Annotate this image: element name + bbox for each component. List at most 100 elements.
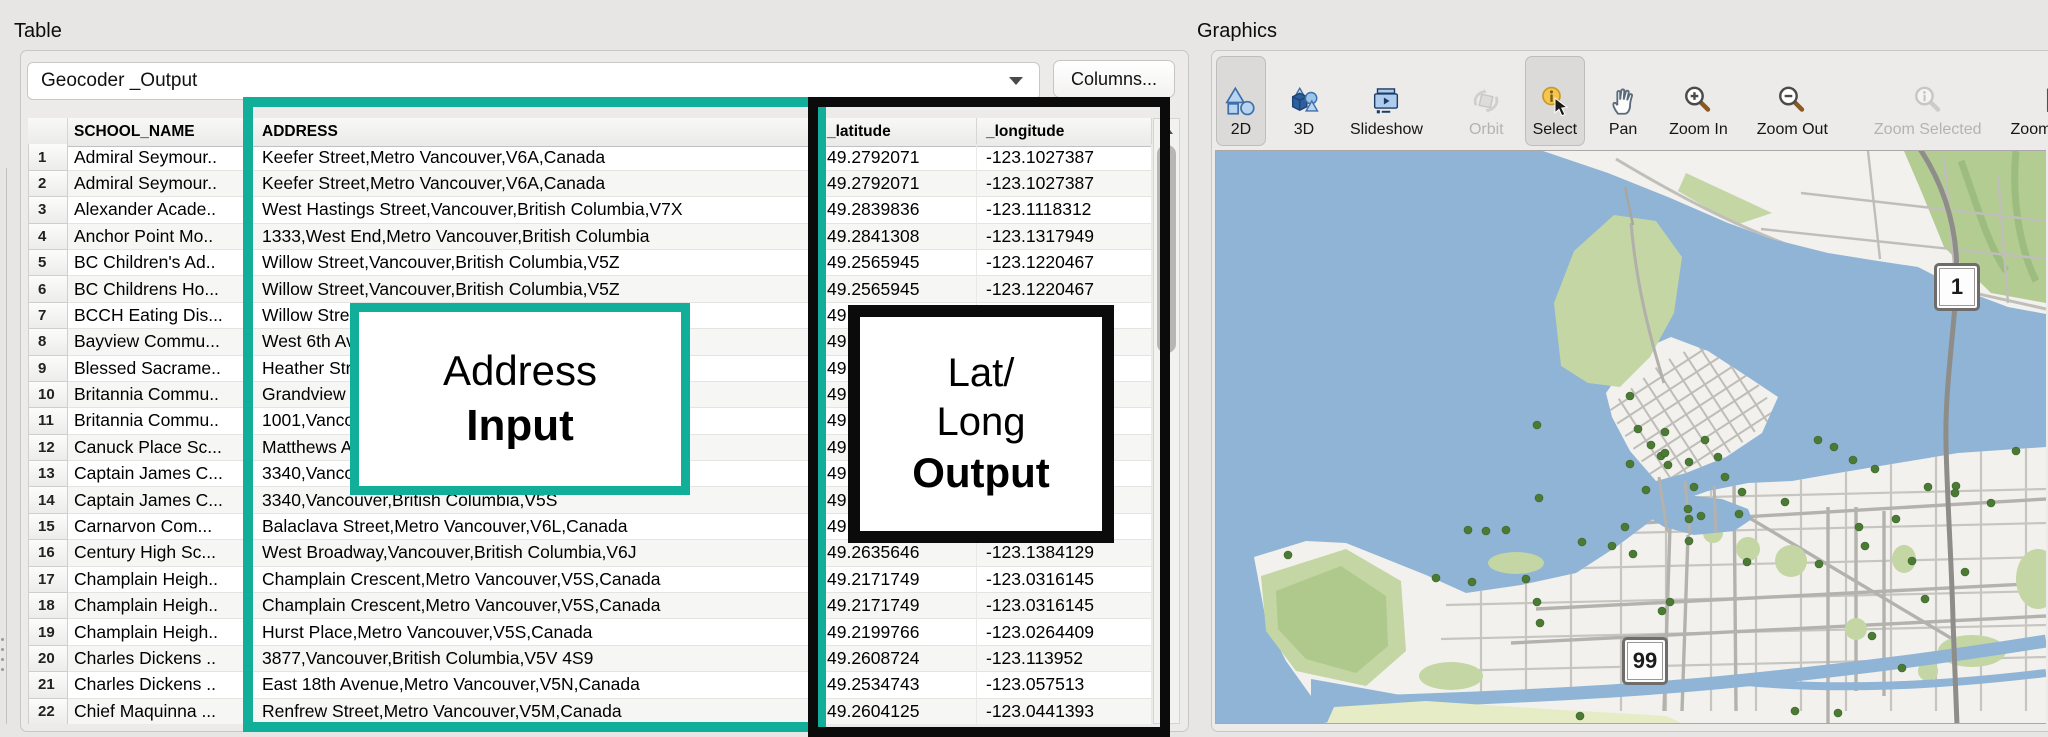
school-point[interactable] (1533, 598, 1541, 606)
school-name-cell[interactable]: Britannia Commu.. (68, 408, 253, 434)
row-number-cell[interactable]: 6 (28, 276, 68, 302)
address-cell[interactable]: Keefer Street,Metro Vancouver,V6A,Canada (253, 144, 810, 170)
toolbar-button-zoom-in[interactable]: Zoom In (1661, 56, 1736, 146)
school-point[interactable] (1482, 527, 1490, 535)
school-name-cell[interactable]: Admiral Seymour.. (68, 171, 253, 197)
school-point[interactable] (1284, 551, 1292, 559)
column-header-_longitude[interactable]: _longitude (977, 118, 1152, 147)
longitude-cell[interactable]: -123.0441393 (977, 699, 1152, 724)
school-point[interactable] (1908, 557, 1916, 565)
row-number-cell[interactable]: 11 (28, 408, 68, 434)
school-point[interactable] (1855, 523, 1863, 531)
school-point[interactable] (1690, 483, 1698, 491)
address-cell[interactable]: West Broadway,Vancouver,British Columbia… (253, 540, 810, 566)
dataset-dropdown[interactable]: Geocoder _Output (27, 62, 1040, 100)
school-name-cell[interactable]: Blessed Sacrame.. (68, 356, 253, 382)
toolbar-button-pan[interactable]: Pan (1598, 56, 1648, 146)
latitude-cell[interactable]: 49.2565945 (810, 276, 977, 302)
school-point[interactable] (1871, 465, 1879, 473)
row-number-cell[interactable]: 22 (28, 699, 68, 724)
address-cell[interactable]: 1333,West End,Metro Vancouver,British Co… (253, 224, 810, 250)
latitude-cell[interactable]: 49.2199766 (810, 619, 977, 645)
school-point[interactable] (1898, 664, 1906, 672)
longitude-cell[interactable]: -123.1317949 (977, 224, 1152, 250)
row-number-cell[interactable]: 13 (28, 461, 68, 487)
school-name-cell[interactable]: Charles Dickens .. (68, 672, 253, 698)
address-cell[interactable]: West Hastings Street,Vancouver,British C… (253, 197, 810, 223)
school-point[interactable] (1502, 526, 1510, 534)
row-number-cell[interactable]: 12 (28, 435, 68, 461)
address-cell[interactable]: Hurst Place,Metro Vancouver,V5S,Canada (253, 619, 810, 645)
school-point[interactable] (1536, 619, 1544, 627)
row-number-cell[interactable]: 20 (28, 646, 68, 672)
toolbar-button-zoom-out[interactable]: Zoom Out (1749, 56, 1836, 146)
school-point[interactable] (1714, 453, 1722, 461)
toolbar-button-select[interactable]: Select (1525, 56, 1585, 146)
school-point[interactable] (1738, 488, 1746, 496)
school-name-cell[interactable]: Century High Sc... (68, 540, 253, 566)
school-name-cell[interactable]: BC Children's Ad.. (68, 250, 253, 276)
scroll-up-button[interactable] (1154, 119, 1179, 141)
latitude-cell[interactable]: 49.2792071 (810, 144, 977, 170)
school-point[interactable] (1951, 489, 1959, 497)
latitude-cell[interactable]: 49.2604125 (810, 699, 977, 724)
school-name-cell[interactable]: Captain James C... (68, 461, 253, 487)
school-point[interactable] (1661, 428, 1669, 436)
school-point[interactable] (1743, 558, 1751, 566)
longitude-cell[interactable]: -123.1220467 (977, 250, 1152, 276)
school-name-cell[interactable]: Anchor Point Mo.. (68, 224, 253, 250)
school-point[interactable] (1578, 538, 1586, 546)
school-name-cell[interactable]: Bayview Commu... (68, 329, 253, 355)
address-cell[interactable]: Champlain Crescent,Metro Vancouver,V5S,C… (253, 593, 810, 619)
school-point[interactable] (1861, 542, 1869, 550)
school-point[interactable] (1781, 498, 1789, 506)
school-point[interactable] (1987, 499, 1995, 507)
school-name-cell[interactable]: Alexander Acade.. (68, 197, 253, 223)
row-number-cell[interactable]: 7 (28, 303, 68, 329)
longitude-cell[interactable]: -123.0316145 (977, 567, 1152, 593)
school-point[interactable] (1621, 523, 1629, 531)
longitude-cell[interactable]: -123.113952 (977, 646, 1152, 672)
school-name-cell[interactable]: Canuck Place Sc... (68, 435, 253, 461)
school-point[interactable] (1684, 505, 1692, 513)
school-name-cell[interactable]: Admiral Seymour.. (68, 144, 253, 170)
school-point[interactable] (1634, 425, 1642, 433)
column-header-rownum[interactable] (28, 118, 68, 147)
school-point[interactable] (1830, 443, 1838, 451)
school-point[interactable] (1468, 578, 1476, 586)
school-name-cell[interactable]: BCCH Eating Dis... (68, 303, 253, 329)
map-view[interactable]: 1 99 (1215, 150, 2046, 724)
school-point[interactable] (1642, 486, 1650, 494)
latitude-cell[interactable]: 49.2839836 (810, 197, 977, 223)
latitude-cell[interactable]: 49.2171749 (810, 567, 977, 593)
latitude-cell[interactable]: 49.2171749 (810, 593, 977, 619)
longitude-cell[interactable]: -123.1384129 (977, 540, 1152, 566)
toolbar-button-2d[interactable]: 2D (1216, 56, 1266, 146)
row-number-cell[interactable]: 2 (28, 171, 68, 197)
school-name-cell[interactable]: Chief Maquinna ... (68, 699, 253, 724)
row-number-cell[interactable]: 18 (28, 593, 68, 619)
school-point[interactable] (1629, 550, 1637, 558)
latitude-cell[interactable]: 49.2565945 (810, 250, 977, 276)
row-number-cell[interactable]: 21 (28, 672, 68, 698)
school-point[interactable] (1661, 449, 1669, 457)
school-point[interactable] (1721, 473, 1729, 481)
row-number-cell[interactable]: 3 (28, 197, 68, 223)
longitude-cell[interactable]: -123.0264409 (977, 619, 1152, 645)
latitude-cell[interactable]: 49.2534743 (810, 672, 977, 698)
latitude-cell[interactable]: 49.2608724 (810, 646, 977, 672)
school-name-cell[interactable]: Champlain Heigh.. (68, 567, 253, 593)
address-cell[interactable]: Willow Street,Vancouver,British Columbia… (253, 276, 810, 302)
school-name-cell[interactable]: BC Childrens Ho... (68, 276, 253, 302)
longitude-cell[interactable]: -123.1027387 (977, 144, 1152, 170)
school-point[interactable] (1685, 458, 1693, 466)
school-point[interactable] (1815, 560, 1823, 568)
school-point[interactable] (1834, 709, 1842, 717)
address-cell[interactable]: Champlain Crescent,Metro Vancouver,V5S,C… (253, 567, 810, 593)
school-name-cell[interactable]: Britannia Commu.. (68, 382, 253, 408)
latitude-cell[interactable]: 49.2792071 (810, 171, 977, 197)
address-cell[interactable]: Keefer Street,Metro Vancouver,V6A,Canada (253, 171, 810, 197)
school-point[interactable] (1921, 595, 1929, 603)
school-name-cell[interactable]: Carnarvon Com... (68, 514, 253, 540)
school-name-cell[interactable]: Charles Dickens .. (68, 646, 253, 672)
